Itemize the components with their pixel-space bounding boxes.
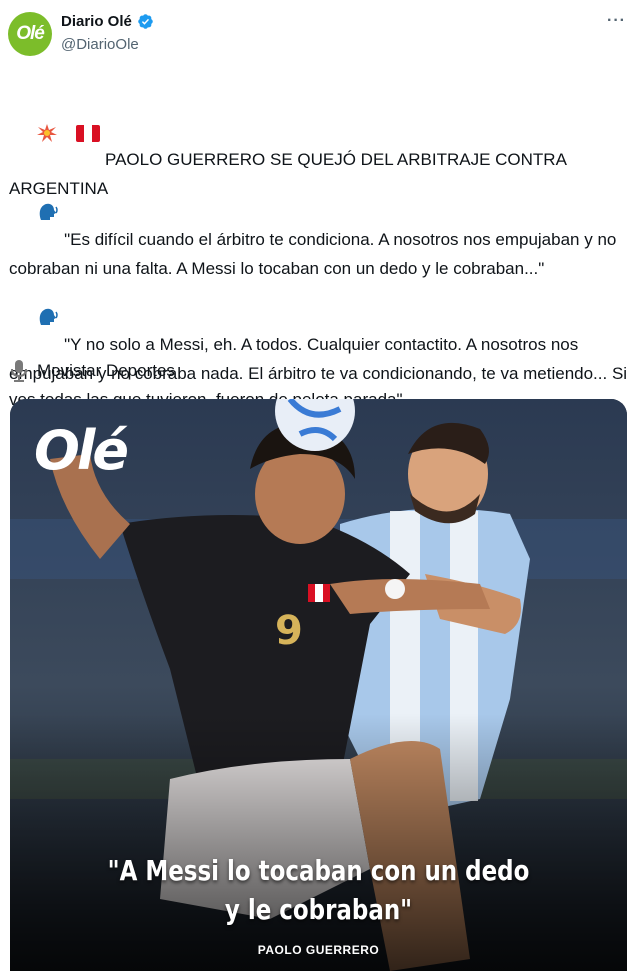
author-name-row[interactable]: Diario Olé [61,13,154,30]
tweet-header: Olé Diario Olé @DiarioOle ··· [8,10,632,58]
ole-watermark-logo: Olé [34,419,129,482]
more-options-button[interactable]: ··· [607,12,626,30]
tweet-image[interactable]: 9 Olé "A Messi lo tocaban con un dedo y … [10,399,627,971]
image-quote-line-1: "A Messi lo tocaban con un dedo [107,854,530,887]
avatar[interactable]: Olé [8,12,52,56]
author-name[interactable]: Diario Olé [61,13,132,30]
image-quote-line-2: y le cobraban" [224,893,413,926]
author-handle[interactable]: @DiarioOle [61,36,139,53]
image-caption: PAOLO GUERRERO [257,943,380,957]
source-line: Movistar Deportes [9,359,175,383]
quote-2: "Y no solo a Messi, eh. A todos. Cualqui… [9,255,629,413]
speaking-head-icon [18,176,59,256]
speaking-head-icon [18,281,59,361]
verified-badge-icon [138,14,153,29]
microphone-icon [11,360,27,382]
avatar-logo-text: Olé [16,23,45,44]
source-label: Movistar Deportes [37,361,175,380]
